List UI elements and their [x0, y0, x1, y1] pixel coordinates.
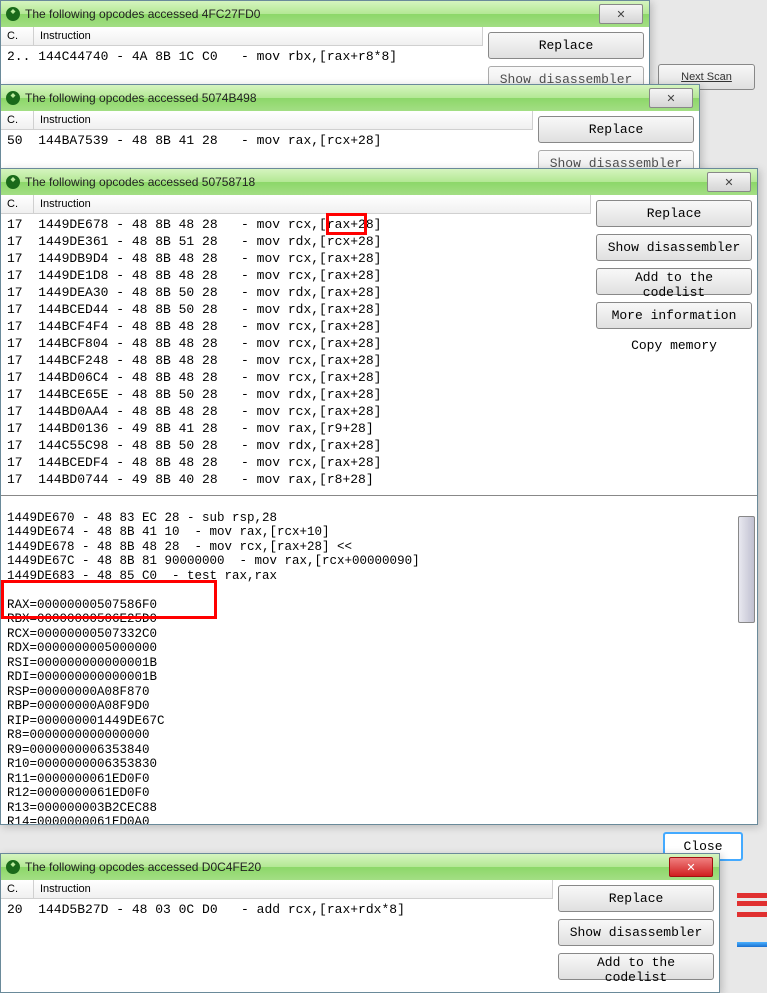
window-title: The following opcodes accessed 4FC27FD0 — [25, 7, 260, 21]
titlebar[interactable]: The following opcodes accessed 50758718 … — [1, 169, 757, 195]
table-row[interactable]: 17 144BD0136 - 49 8B 41 28 - mov rax,[r9… — [1, 420, 591, 437]
close-icon: ✕ — [724, 176, 733, 189]
col-count-header[interactable]: C. — [1, 27, 34, 45]
table-row[interactable]: 17 144BCF804 - 48 8B 48 28 - mov rcx,[ra… — [1, 335, 591, 352]
col-instruction-header[interactable]: Instruction — [34, 111, 533, 129]
col-instruction-header[interactable]: Instruction — [34, 195, 591, 213]
window-title: The following opcodes accessed 5074B498 — [25, 91, 257, 105]
opcode-window-4: The following opcodes accessed D0C4FE20 … — [0, 853, 720, 993]
scrollbar-thumb[interactable] — [738, 516, 755, 623]
close-icon: ✕ — [686, 861, 695, 874]
table-row[interactable]: 17 144BD0AA4 - 48 8B 48 28 - mov rcx,[ra… — [1, 403, 591, 420]
add-codelist-button[interactable]: Add to the codelist — [558, 953, 714, 980]
side-marker-red — [737, 901, 767, 906]
opcode-window-3: The following opcodes accessed 50758718 … — [0, 168, 758, 825]
add-codelist-button[interactable]: Add to the codelist — [596, 268, 752, 295]
instruction-table[interactable]: C. Instruction 17 1449DE678 - 48 8B 48 2… — [1, 195, 591, 495]
table-row[interactable]: 50 144BA7539 - 48 8B 41 28 - mov rax,[rc… — [1, 132, 533, 149]
table-row[interactable]: 17 1449DE678 - 48 8B 48 28 - mov rcx,[ra… — [1, 216, 591, 233]
table-row[interactable]: 17 144BD0744 - 49 8B 40 28 - mov rax,[r8… — [1, 471, 591, 488]
col-instruction-header[interactable]: Instruction — [34, 880, 553, 898]
table-row[interactable]: 17 144BCF4F4 - 48 8B 48 28 - mov rcx,[ra… — [1, 318, 591, 335]
close-button[interactable]: ✕ — [599, 4, 643, 24]
close-button[interactable]: ✕ — [669, 857, 713, 877]
replace-button[interactable]: Replace — [558, 885, 714, 912]
table-row[interactable]: 20 144D5B27D - 48 03 0C D0 - add rcx,[ra… — [1, 901, 553, 918]
close-button[interactable]: ✕ — [707, 172, 751, 192]
table-row[interactable]: 17 144BD06C4 - 48 8B 48 28 - mov rcx,[ra… — [1, 369, 591, 386]
col-count-header[interactable]: C. — [1, 880, 34, 898]
titlebar[interactable]: The following opcodes accessed 5074B498 … — [1, 85, 699, 111]
close-icon: ✕ — [666, 92, 675, 105]
col-instruction-header[interactable]: Instruction — [34, 27, 483, 45]
close-label: Close — [683, 839, 722, 854]
col-count-header[interactable]: C. — [1, 195, 34, 213]
ce-icon — [5, 6, 21, 22]
table-row[interactable]: 17 1449DE1D8 - 48 8B 48 28 - mov rcx,[ra… — [1, 267, 591, 284]
copy-memory-label: Copy memory — [596, 336, 752, 355]
show-disassembler-button[interactable]: Show disassembler — [596, 234, 752, 261]
extra-info-text: 1449DE670 - 48 83 EC 28 - sub rsp,28 144… — [7, 511, 420, 825]
table-row[interactable]: 17 1449DEA30 - 48 8B 50 28 - mov rdx,[ra… — [1, 284, 591, 301]
titlebar[interactable]: The following opcodes accessed D0C4FE20 … — [1, 854, 719, 880]
side-marker-blue — [737, 942, 767, 947]
ce-icon — [5, 174, 21, 190]
titlebar[interactable]: The following opcodes accessed 4FC27FD0 … — [1, 1, 649, 27]
table-row[interactable]: 17 144C55C98 - 48 8B 50 28 - mov rdx,[ra… — [1, 437, 591, 454]
table-row[interactable]: 17 1449DB9D4 - 48 8B 48 28 - mov rcx,[ra… — [1, 250, 591, 267]
instruction-table[interactable]: C. Instruction 20 144D5B27D - 48 03 0C D… — [1, 880, 553, 992]
replace-button[interactable]: Replace — [596, 200, 752, 227]
ce-icon — [5, 859, 21, 875]
more-info-button[interactable]: More information — [596, 302, 752, 329]
col-count-header[interactable]: C. — [1, 111, 34, 129]
replace-button[interactable]: Replace — [538, 116, 694, 143]
table-row[interactable]: 17 144BCF248 - 48 8B 48 28 - mov rcx,[ra… — [1, 352, 591, 369]
disassembly-info[interactable]: 1449DE670 - 48 83 EC 28 - sub rsp,28 144… — [1, 495, 757, 824]
next-scan-label: Next Scan — [681, 71, 732, 83]
close-icon: ✕ — [616, 8, 625, 21]
window-title: The following opcodes accessed D0C4FE20 — [25, 860, 261, 874]
table-row[interactable]: 2.. 144C44740 - 4A 8B 1C C0 - mov rbx,[r… — [1, 48, 483, 65]
window-title: The following opcodes accessed 50758718 — [25, 175, 255, 189]
table-row[interactable]: 17 144BCEDF4 - 48 8B 48 28 - mov rcx,[ra… — [1, 454, 591, 471]
ce-icon — [5, 90, 21, 106]
table-row[interactable]: 17 144BCE65E - 48 8B 50 28 - mov rdx,[ra… — [1, 386, 591, 403]
side-marker-red — [737, 893, 767, 898]
show-disassembler-button[interactable]: Show disassembler — [558, 919, 714, 946]
close-button[interactable]: ✕ — [649, 88, 693, 108]
table-row[interactable]: 17 144BCED44 - 48 8B 50 28 - mov rdx,[ra… — [1, 301, 591, 318]
replace-button[interactable]: Replace — [488, 32, 644, 59]
table-row[interactable]: 17 1449DE361 - 48 8B 51 28 - mov rdx,[rc… — [1, 233, 591, 250]
side-marker-red — [737, 912, 767, 917]
